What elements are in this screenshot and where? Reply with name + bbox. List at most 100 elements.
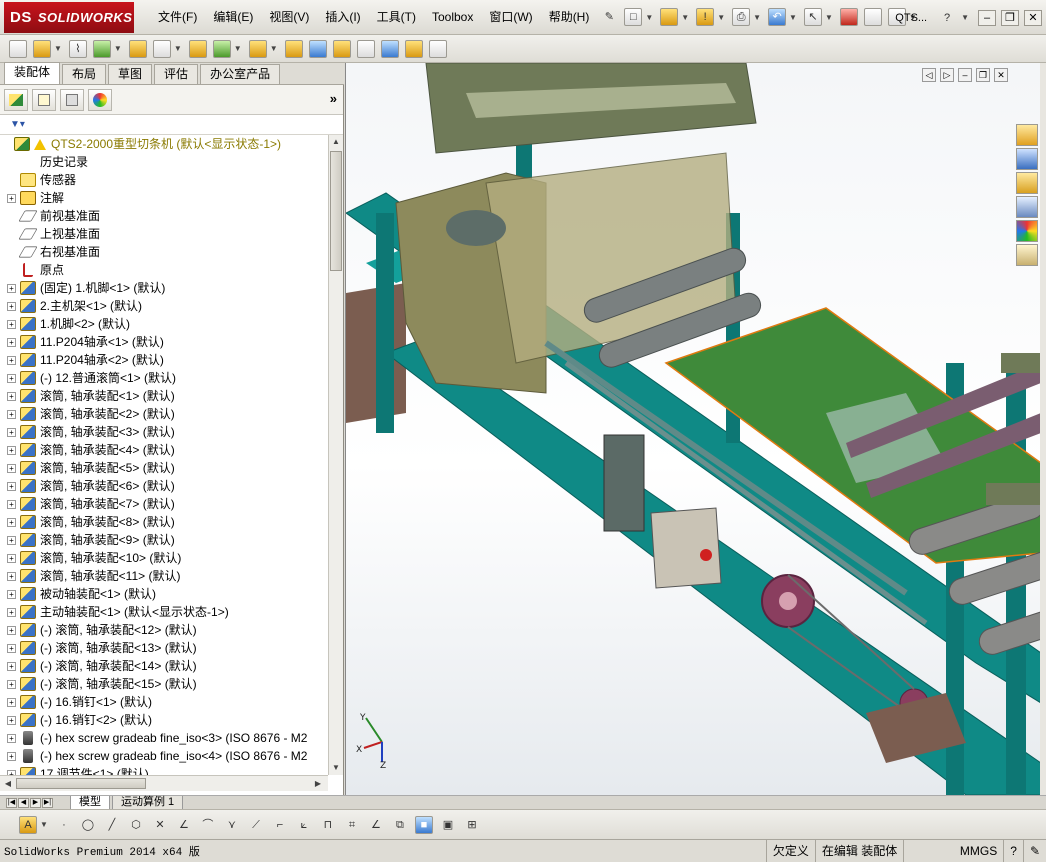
tree-item[interactable]: + (-) 16.销钉<1> (默认) <box>0 693 328 711</box>
edit-component-icon[interactable] <box>9 39 27 58</box>
new-document-icon[interactable]: □ <box>624 8 643 26</box>
print-icon[interactable]: ⎙ <box>732 8 751 26</box>
corner-icon[interactable]: ⌐ <box>271 816 289 834</box>
rebuild-warning-icon[interactable]: ! <box>696 8 715 26</box>
convert-entities-icon[interactable]: ⌒ <box>199 816 217 834</box>
tree-item[interactable]: +1.机脚<2> (默认) <box>0 315 328 333</box>
unit-system[interactable]: MMGS <box>903 839 1003 862</box>
expand-icon[interactable]: + <box>7 301 16 311</box>
traffic-light-icon[interactable] <box>839 8 858 26</box>
expand-icon[interactable]: + <box>7 571 16 581</box>
first-tab-icon[interactable]: |◀ <box>6 797 17 808</box>
centerline-icon[interactable]: ∠ <box>175 816 193 834</box>
expand-icon[interactable]: + <box>7 553 16 563</box>
shaded-view-icon[interactable]: ■ <box>414 815 433 834</box>
new-motion-study-icon[interactable] <box>284 39 303 58</box>
take-snapshot-icon[interactable] <box>428 39 447 58</box>
tree-filter[interactable]: ▼▾ <box>0 115 343 135</box>
angle-icon[interactable]: ∠ <box>367 816 385 834</box>
menu-edit[interactable]: 编辑(E) <box>205 0 261 35</box>
tree-item[interactable]: + 主动轴装配<1> (默认<显示状态-1>) <box>0 603 328 621</box>
display-manager-tab-icon[interactable] <box>88 88 112 111</box>
menu-file[interactable]: 文件(F) <box>150 0 205 35</box>
file-explorer-icon[interactable] <box>1016 172 1038 194</box>
expand-icon[interactable]: + <box>7 589 16 599</box>
polygon-icon[interactable]: ⬡ <box>127 816 145 834</box>
next-tab-icon[interactable]: ▶ <box>30 797 41 808</box>
tree-item[interactable]: 原点 <box>0 261 328 279</box>
expand-icon[interactable]: + <box>7 661 16 671</box>
status-help-icon[interactable]: ? <box>1003 839 1023 862</box>
tree-item[interactable]: + (-) 滚筒, 轴承装配<14> (默认) <box>0 657 328 675</box>
menu-toolbox[interactable]: Toolbox <box>424 0 481 35</box>
exploded-view-icon[interactable] <box>332 39 351 58</box>
horizontal-scroll-thumb[interactable] <box>16 778 146 789</box>
tree-item[interactable]: 前视基准面 <box>0 207 328 225</box>
expand-icon[interactable]: + <box>7 463 16 473</box>
open-folder-icon[interactable] <box>660 8 679 26</box>
expand-icon[interactable]: + <box>7 643 16 653</box>
tab-assembly[interactable]: 装配体 <box>4 62 61 84</box>
assembly-model-render[interactable] <box>346 63 1040 795</box>
solidworks-logo[interactable]: DS SOLIDWORKS <box>4 1 134 33</box>
tree-item[interactable]: 传感器 <box>0 171 328 189</box>
collapse-panel-icon[interactable]: » <box>330 91 337 106</box>
expand-icon[interactable]: + <box>7 481 16 491</box>
undo-icon[interactable]: ↶ <box>768 8 787 26</box>
tree-item[interactable]: + (固定) 1.机脚<1> (默认) <box>0 279 328 297</box>
insert-component-icon[interactable] <box>33 39 51 58</box>
property-manager-tab-icon[interactable] <box>32 88 56 111</box>
line-icon[interactable]: ╱ <box>103 816 121 834</box>
prev-tab-icon[interactable]: ◀ <box>18 797 29 808</box>
tree-item[interactable]: + 滚筒, 轴承装配<10> (默认) <box>0 549 328 567</box>
expand-icon[interactable]: + <box>7 337 16 347</box>
mate-icon[interactable]: ⌇ <box>68 39 87 58</box>
expand-icon[interactable]: + <box>7 625 16 635</box>
expand-icon[interactable]: + <box>7 751 16 761</box>
viewport-right-icon[interactable]: ▷ <box>940 68 954 82</box>
linear-pattern-icon[interactable] <box>92 39 111 58</box>
instant3d-icon[interactable] <box>380 39 399 58</box>
expand-icon[interactable]: + <box>7 445 16 455</box>
expand-icon[interactable]: + <box>7 697 16 707</box>
offset-icon[interactable]: ⋎ <box>223 816 241 834</box>
tree-item[interactable]: 历史记录 <box>0 153 328 171</box>
viewport-close-icon[interactable]: ✕ <box>994 68 1008 82</box>
tree-item[interactable]: + 滚筒, 轴承装配<9> (默认) <box>0 531 328 549</box>
tree-item[interactable]: + 滚筒, 轴承装配<11> (默认) <box>0 567 328 585</box>
appearances-icon[interactable] <box>1016 220 1038 242</box>
tree-item[interactable]: + 滚筒, 轴承装配<7> (默认) <box>0 495 328 513</box>
construction-icon[interactable]: ⟀ <box>295 816 313 834</box>
grid-icon[interactable]: ⌗ <box>343 816 361 834</box>
tree-item[interactable]: + (-) 滚筒, 轴承装配<12> (默认) <box>0 621 328 639</box>
tree-item[interactable]: + 滚筒, 轴承装配<3> (默认) <box>0 423 328 441</box>
tree-item[interactable]: 上视基准面 <box>0 225 328 243</box>
tree-item[interactable]: + 滚筒, 轴承装配<5> (默认) <box>0 459 328 477</box>
tree-item[interactable]: 右视基准面 <box>0 243 328 261</box>
reference-geometry-icon[interactable] <box>248 39 267 58</box>
tree-item[interactable]: + (-) hex screw gradeab fine_iso<4> (ISO … <box>0 747 328 765</box>
close-button[interactable]: ✕ <box>1024 9 1042 26</box>
expand-icon[interactable]: + <box>7 193 16 203</box>
mirror-icon[interactable]: ⟋ <box>247 816 265 834</box>
menu-window[interactable]: 窗口(W) <box>481 0 540 35</box>
restore-button[interactable]: ❐ <box>1001 9 1019 26</box>
tree-item[interactable]: +11.P204轴承<1> (默认) <box>0 333 328 351</box>
scroll-up-icon[interactable]: ▲ <box>330 135 342 149</box>
viewport-left-icon[interactable]: ◁ <box>922 68 936 82</box>
solidworks-resources-icon[interactable] <box>1016 124 1038 146</box>
last-tab-icon[interactable]: ▶| <box>42 797 53 808</box>
rapid-sketch-icon[interactable]: ⊓ <box>319 816 337 834</box>
tree-item[interactable]: + 滚筒, 轴承装配<2> (默认) <box>0 405 328 423</box>
expand-icon[interactable]: + <box>7 733 16 743</box>
update-speedpak-icon[interactable] <box>404 39 423 58</box>
feature-tree-tab-icon[interactable] <box>4 88 28 111</box>
pin-icon[interactable]: ✎ <box>600 8 618 26</box>
tree-item[interactable]: +11.P204轴承<2> (默认) <box>0 351 328 369</box>
tree-item[interactable]: +2.主机架<1> (默认) <box>0 297 328 315</box>
help-icon[interactable]: ? <box>938 9 956 27</box>
select-pointer-icon[interactable]: ↖ <box>803 8 822 26</box>
tab-layout[interactable]: 布局 <box>62 64 107 84</box>
scroll-down-icon[interactable]: ▼ <box>330 761 342 775</box>
menu-insert[interactable]: 插入(I) <box>317 0 368 35</box>
